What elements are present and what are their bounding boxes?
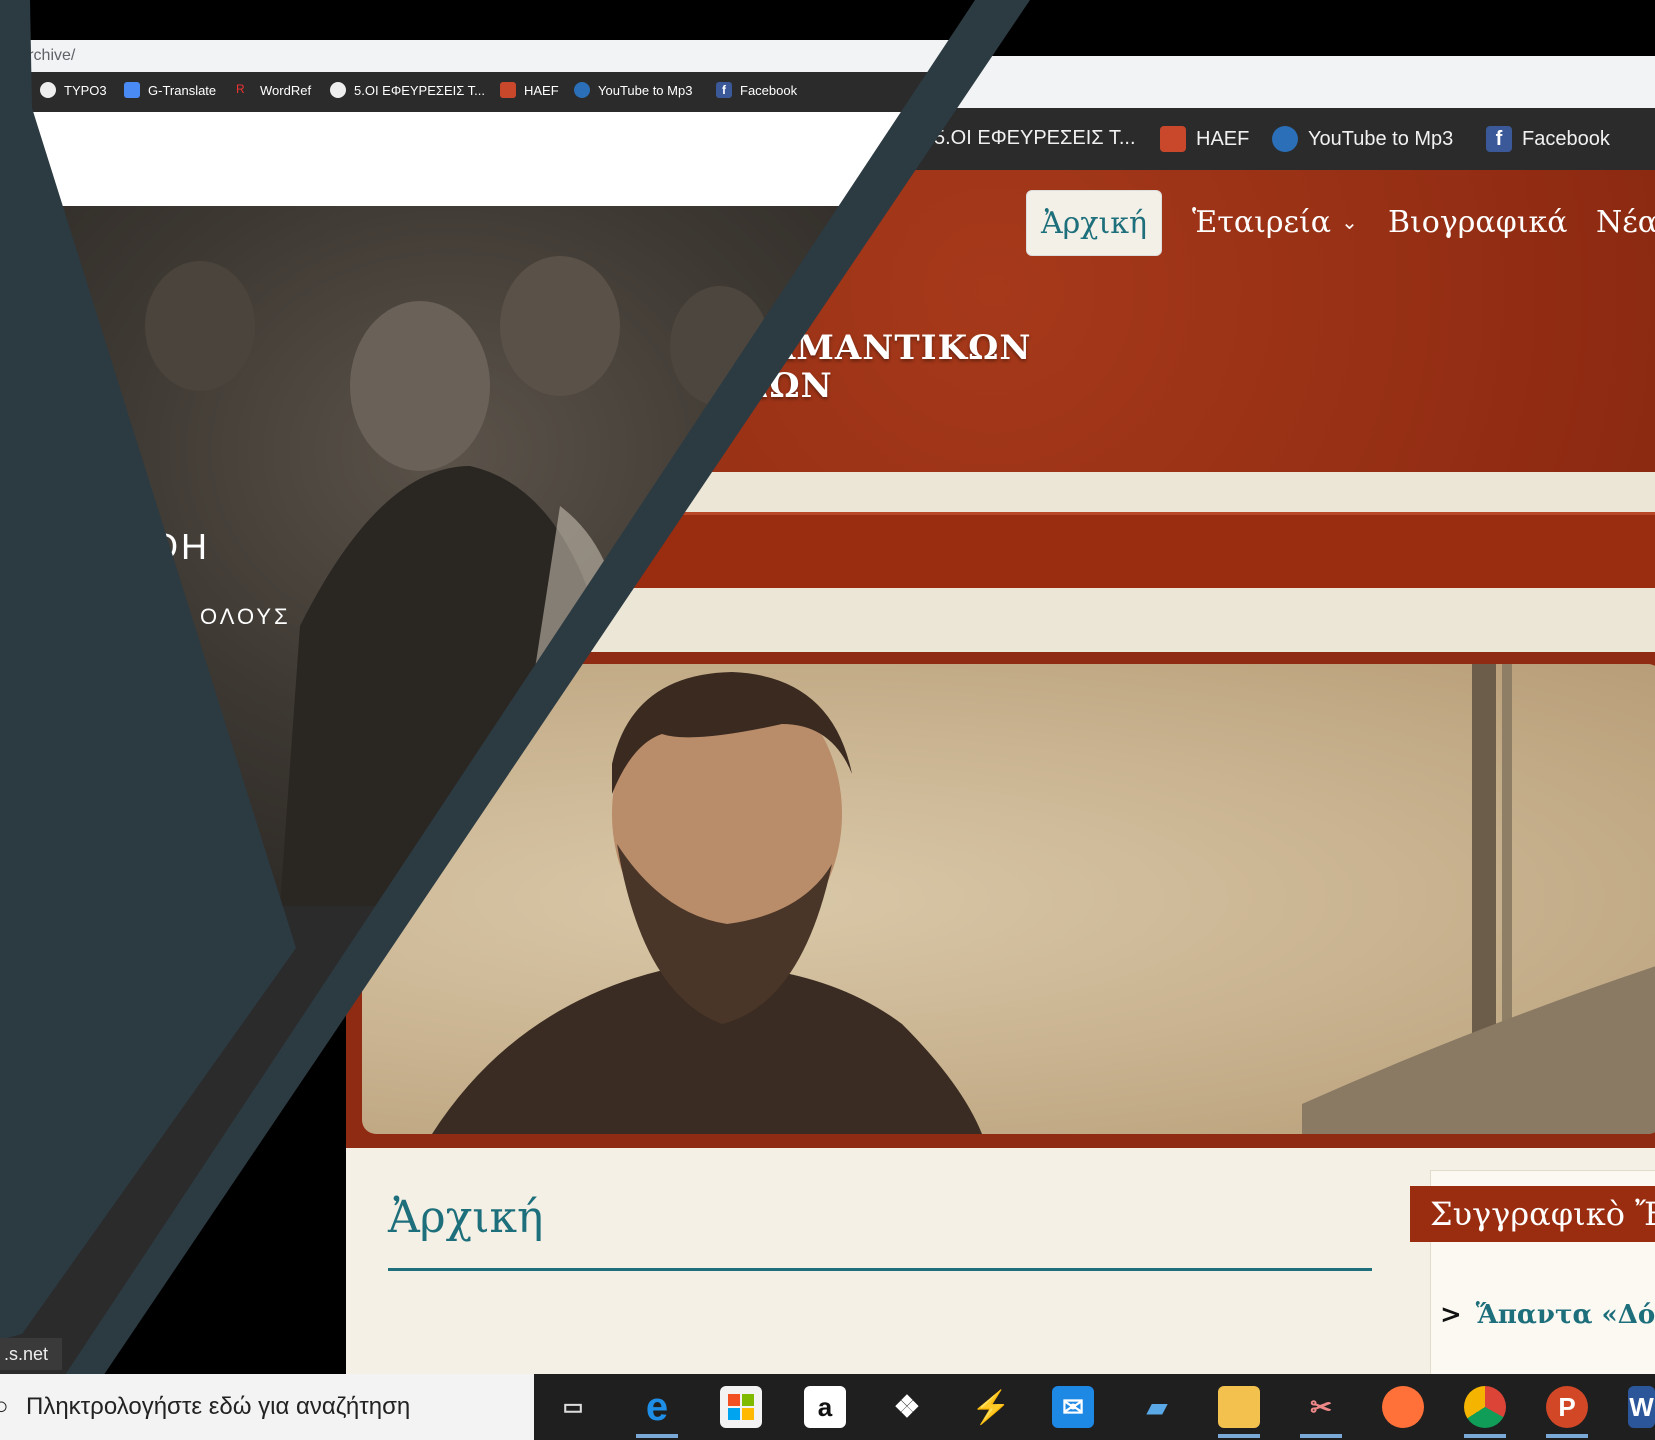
store-icon[interactable] [720, 1386, 762, 1428]
vs-icon[interactable]: ⚡ [970, 1386, 1012, 1428]
nav-company[interactable]: Ἑταιρεία ⌄ [1192, 190, 1358, 254]
wordref-icon: R [236, 82, 252, 98]
task-view-icon[interactable]: ▭ [552, 1386, 594, 1428]
page-title: Ἀρχική [388, 1192, 544, 1243]
bookmark-haef[interactable]: HAEF [1160, 126, 1249, 152]
top-black-bar [0, 0, 1000, 38]
nav-home[interactable]: Ἀρχική [1026, 190, 1162, 256]
file-explorer-icon[interactable] [1218, 1386, 1260, 1428]
nav-bios[interactable]: Βιογραφικά [1388, 190, 1567, 254]
facebook-icon: f [1486, 126, 1512, 152]
nav-news-label: Νέα [1596, 204, 1655, 240]
taskbar-active-indicator [1300, 1434, 1342, 1438]
cloud-download-icon [1272, 126, 1298, 152]
bookmark-label: 5.ΟΙ ΕΦΕΥΡΕΣΕΙΣ Τ... [354, 82, 485, 98]
taskbar-search-input[interactable]: ○ Πληκτρολογήστε εδώ για αναζήτηση [0, 1374, 534, 1440]
taskbar-active-indicator [1218, 1434, 1260, 1438]
bookmark-typo3[interactable]: TYPO3 [40, 82, 107, 98]
remote-desktop-icon[interactable]: ▰ [1136, 1386, 1178, 1428]
chevron-down-icon: ⌄ [1341, 210, 1358, 234]
cloud-download-icon [574, 82, 590, 98]
bookmark-label: WordRef [260, 82, 312, 98]
bookmark-label: 5.ΟΙ ΕΦΕΥΡΕΣΕΙΣ Τ... [934, 126, 1136, 149]
bookmark-youtube-mp3[interactable]: YouTube to Mp3 [1272, 126, 1453, 152]
bookmark-facebook[interactable]: f Facebook [1486, 126, 1610, 152]
bookmark-label: Facebook [740, 82, 798, 98]
taskbar-active-indicator [636, 1434, 678, 1438]
sidebar-link[interactable]: > Ἅπαντα «Δόμο [1440, 1300, 1655, 1330]
chrome-icon[interactable] [1464, 1386, 1506, 1428]
edge-icon[interactable]: e [636, 1385, 678, 1429]
bookmark-label: HAEF [1196, 127, 1250, 150]
search-placeholder: Πληκτρολογήστε εδώ για αναζήτηση [26, 1393, 411, 1420]
bookmark-g-translate[interactable]: G-Translate [124, 82, 216, 98]
snipping-icon[interactable]: ✂ [1300, 1386, 1342, 1428]
nav-bios-label: Βιογραφικά [1388, 204, 1568, 240]
globe-icon [40, 82, 56, 98]
hero-portrait-photo [362, 664, 1655, 1134]
haef-icon [500, 82, 516, 98]
taskbar-active-indicator [1546, 1434, 1588, 1438]
nav-company-label: Ἑταιρεία [1192, 204, 1332, 240]
bookmark-label: YouTube to Mp3 [1308, 127, 1454, 150]
bookmark-label: TYPO3 [64, 82, 107, 98]
address-bar[interactable]: y-archive/ [0, 40, 1000, 72]
facebook-icon: f [716, 82, 732, 98]
chevron-right-icon: > [1440, 1300, 1462, 1330]
bookmark-youtube-mp3[interactable]: YouTube to Mp3 [574, 82, 692, 98]
bookmark-wordref[interactable]: R WordRef [236, 82, 311, 98]
bookmark-label: YouTube to Mp3 [598, 82, 693, 98]
status-url-tooltip: .s.net [0, 1338, 62, 1370]
word-icon[interactable]: W [1628, 1386, 1655, 1428]
bookmark-facebook[interactable]: f Facebook [716, 82, 797, 98]
nav-news[interactable]: Νέα [1596, 190, 1655, 254]
hero-subheading: ΟΛΟΥΣ [200, 604, 291, 629]
firefox-icon[interactable] [1382, 1386, 1424, 1428]
title-divider [388, 1268, 1372, 1271]
bookmark-haef[interactable]: HAEF [500, 82, 559, 98]
amazon-icon[interactable]: a [804, 1386, 846, 1428]
bookmark-label: G-Translate [148, 82, 217, 98]
sidebar-link-label: Ἅπαντα «Δόμο [1475, 1300, 1655, 1330]
powerpoint-icon[interactable]: P [1546, 1386, 1588, 1428]
bookmark-label: HAEF [524, 82, 559, 98]
bookmark-inventions[interactable]: 5.ΟΙ ΕΦΕΥΡΕΣΕΙΣ Τ... [330, 82, 485, 98]
sidebar-widget-title: Συγγραφικὸ Ἔρ [1410, 1186, 1655, 1242]
dropbox-icon[interactable]: ❖ [886, 1386, 928, 1428]
nav-home-label: Ἀρχική [1041, 205, 1147, 241]
search-icon: ○ [0, 1393, 9, 1420]
sidebar-title-text: Συγγραφικὸ Ἔρ [1430, 1195, 1655, 1233]
translate-icon [124, 82, 140, 98]
taskbar-active-indicator [1464, 1434, 1506, 1438]
haef-icon [1160, 126, 1186, 152]
globe-icon [330, 82, 346, 98]
portrait-illustration [432, 664, 1655, 1134]
bookmark-label: Facebook [1522, 127, 1610, 150]
mail-icon[interactable]: ✉ [1052, 1386, 1094, 1428]
